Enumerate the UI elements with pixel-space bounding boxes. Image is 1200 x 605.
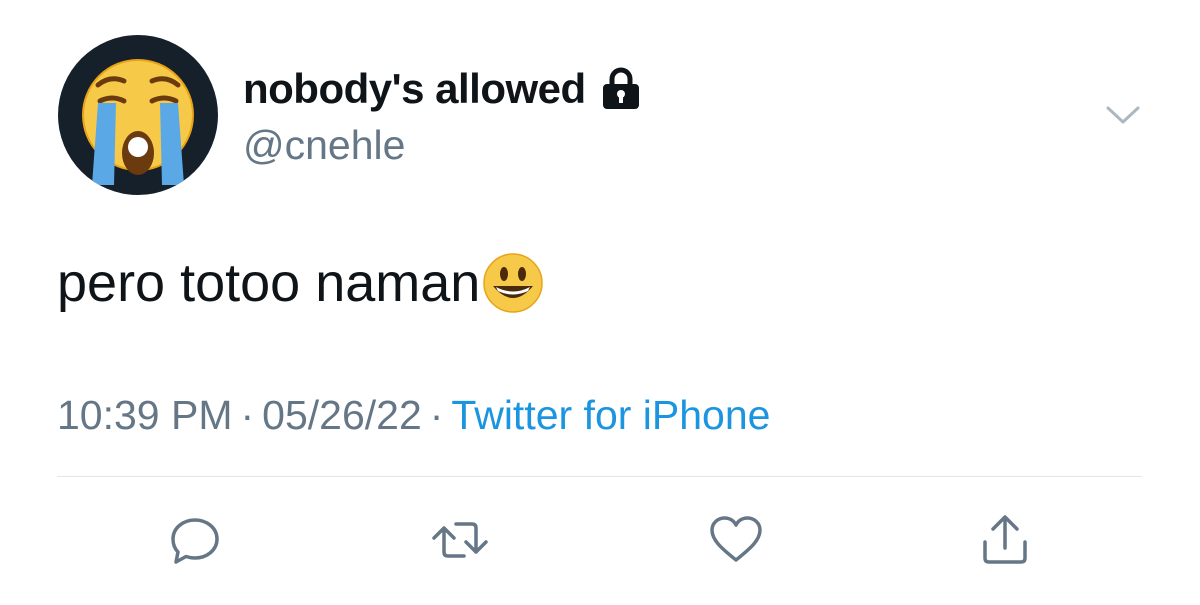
retweet-button[interactable] bbox=[430, 510, 490, 570]
tweet-date[interactable]: 05/26/22 bbox=[262, 392, 422, 438]
display-name-row[interactable]: nobody's allowed bbox=[243, 64, 642, 114]
lock-icon bbox=[600, 67, 642, 111]
divider bbox=[57, 476, 1142, 477]
chevron-down-icon[interactable] bbox=[1104, 100, 1142, 130]
meta-separator: · bbox=[240, 392, 255, 438]
display-name[interactable]: nobody's allowed bbox=[243, 65, 586, 113]
tweet-source-link[interactable]: Twitter for iPhone bbox=[451, 392, 770, 438]
tweet-card: nobody's allowed @cnehle pero totoo nama… bbox=[0, 0, 1200, 605]
share-icon bbox=[977, 512, 1033, 568]
smiling-face-emoji-icon bbox=[482, 252, 544, 314]
tweet-time[interactable]: 10:39 PM bbox=[57, 392, 233, 438]
tweet-meta: 10:39 PM · 05/26/22 · Twitter for iPhone bbox=[57, 390, 770, 440]
share-button[interactable] bbox=[975, 510, 1035, 570]
reply-icon bbox=[167, 512, 223, 568]
retweet-icon bbox=[430, 512, 490, 568]
user-handle[interactable]: @cnehle bbox=[243, 120, 405, 170]
like-button[interactable] bbox=[706, 510, 766, 570]
reply-button[interactable] bbox=[165, 510, 225, 570]
heart-icon bbox=[707, 512, 765, 568]
tweet-text: pero totoo naman bbox=[57, 248, 544, 318]
avatar[interactable] bbox=[58, 35, 218, 195]
tweet-text-content: pero totoo naman bbox=[57, 253, 481, 313]
meta-separator: · bbox=[429, 392, 444, 438]
loudly-crying-face-icon bbox=[82, 59, 194, 185]
